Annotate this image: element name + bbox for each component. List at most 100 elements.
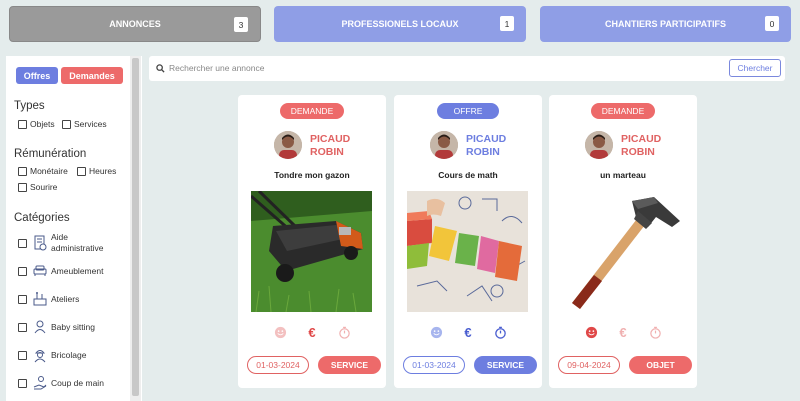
math-image (407, 191, 528, 312)
checkbox-monetaire[interactable]: Monétaire (18, 166, 68, 176)
user-last-name: ROBIN (310, 146, 344, 158)
category-aide-administrative[interactable]: Aide administrative (18, 232, 109, 254)
annonce-category-button[interactable]: SERVICE (318, 356, 381, 374)
timer-icon (493, 325, 507, 339)
euro-icon: € (308, 324, 316, 340)
checkbox-box[interactable] (77, 166, 86, 176)
category-label: Ateliers (51, 293, 80, 304)
tab-annonces[interactable]: ANNONCES 3 (9, 6, 261, 42)
tab-label: ANNONCES (109, 19, 161, 29)
user-last-name: ROBIN (466, 146, 500, 158)
category-label: Ameublement (51, 265, 104, 276)
user-first-name: PICAUD (621, 133, 662, 145)
euro-icon: € (464, 324, 472, 340)
checkbox-services[interactable]: Services (62, 119, 107, 129)
annonce-title: Cours de math (438, 170, 498, 180)
tab-chantiers-participatifs[interactable]: CHANTIERS PARTICIPATIFS 0 (540, 6, 791, 42)
avatar (274, 131, 302, 159)
checkbox-sourire[interactable]: Sourire (18, 182, 57, 192)
category-ateliers[interactable]: Ateliers (18, 291, 79, 307)
user-name: PICAUD ROBIN (310, 133, 350, 159)
filter-sidebar: Offres Demandes Types Objets Services Ré… (6, 56, 142, 401)
tab-count-badge: 3 (234, 17, 248, 32)
annonce-date: 01-03-2024 (247, 356, 309, 374)
baby-icon (34, 320, 46, 334)
annonce-date: 01-03-2024 (403, 356, 465, 374)
user-name: PICAUD ROBIN (466, 133, 506, 159)
checkbox-box[interactable] (18, 294, 27, 304)
user-last-name: ROBIN (621, 146, 655, 158)
annonce-date: 09-04-2024 (558, 356, 620, 374)
checkbox-label: Services (74, 119, 107, 129)
tab-count-badge: 1 (500, 16, 514, 31)
annonce-title: un marteau (600, 170, 646, 180)
checkbox-box[interactable] (18, 238, 27, 248)
smile-icon (273, 325, 287, 339)
checkbox-label: Monétaire (30, 166, 68, 176)
smile-icon (584, 325, 598, 339)
checkbox-box[interactable] (18, 119, 27, 129)
demandes-filter-button[interactable]: Demandes (61, 67, 123, 84)
tab-label: CHANTIERS PARTICIPATIFS (605, 19, 726, 29)
sofa-icon (33, 265, 47, 276)
category-label: Bricolage (51, 349, 87, 360)
checkbox-box[interactable] (18, 322, 27, 332)
checkbox-heures[interactable]: Heures (77, 166, 116, 176)
user-first-name: PICAUD (310, 133, 351, 145)
category-label: Coup de main (51, 377, 104, 388)
checkbox-label: Objets (30, 119, 55, 129)
annonce-card[interactable]: DEMANDE PICAUD ROBIN un marteau € 09-04-2… (549, 95, 697, 388)
worker-icon (34, 350, 46, 363)
category-label: Baby sitting (51, 321, 95, 332)
remuneration-icons: € (238, 324, 386, 340)
user-name: PICAUD ROBIN (621, 133, 661, 159)
helping-hand-icon (33, 376, 47, 390)
checkbox-label: Sourire (30, 182, 58, 192)
annonce-card[interactable]: DEMANDE PICAUD ROBIN Tondre mon gazon € 0… (238, 95, 386, 388)
search-bar: Rechercher une annonce Chercher (149, 56, 785, 81)
tab-professionels-locaux[interactable]: PROFESSIONELS LOCAUX 1 (274, 6, 526, 42)
category-bricolage[interactable]: Bricolage (18, 347, 86, 363)
categories-heading: Catégories (14, 212, 70, 224)
smile-icon (429, 325, 443, 339)
sidebar-scroll-thumb[interactable] (132, 58, 139, 396)
tab-label: PROFESSIONELS LOCAUX (341, 19, 459, 29)
category-label: Aide administrative (51, 232, 104, 253)
checkbox-box[interactable] (18, 166, 27, 176)
annonce-type-badge: DEMANDE (591, 103, 655, 119)
checkbox-box[interactable] (62, 119, 71, 129)
offres-filter-button[interactable]: Offres (16, 67, 58, 84)
tab-count-badge: 0 (765, 16, 779, 31)
annonce-category-button[interactable]: OBJET (629, 356, 692, 374)
annonce-title: Tondre mon gazon (274, 170, 350, 180)
avatar (430, 131, 458, 159)
checkbox-box[interactable] (18, 182, 27, 192)
search-icon (156, 64, 165, 73)
timer-icon (648, 325, 662, 339)
remuneration-icons: € (394, 324, 542, 340)
avatar (585, 131, 613, 159)
search-input[interactable]: Rechercher une annonce (169, 63, 264, 73)
lawnmower-image (251, 191, 372, 312)
checkbox-label: Heures (89, 166, 117, 176)
timer-icon (337, 325, 351, 339)
remuneration-heading: Rémunération (14, 148, 87, 160)
workshop-icon (33, 292, 47, 306)
checkbox-box[interactable] (18, 350, 27, 360)
checkbox-objets[interactable]: Objets (18, 119, 55, 129)
category-baby-sitting[interactable]: Baby sitting (18, 319, 95, 335)
annonce-category-button[interactable]: SERVICE (474, 356, 537, 374)
category-ameublement[interactable]: Ameublement (18, 263, 103, 279)
search-button[interactable]: Chercher (729, 59, 781, 77)
remuneration-icons: € (549, 324, 697, 340)
hammer-image (562, 191, 683, 312)
euro-icon: € (619, 324, 627, 340)
types-heading: Types (14, 100, 45, 112)
checkbox-box[interactable] (18, 378, 27, 388)
checkbox-box[interactable] (18, 266, 27, 276)
document-icon (34, 235, 47, 251)
annonce-type-badge: OFFRE (437, 103, 499, 119)
annonce-card[interactable]: OFFRE PICAUD ROBIN Cours de math € 01-03-… (394, 95, 542, 388)
category-coup-de-main[interactable]: Coup de main (18, 375, 104, 391)
annonce-type-badge: DEMANDE (280, 103, 344, 119)
